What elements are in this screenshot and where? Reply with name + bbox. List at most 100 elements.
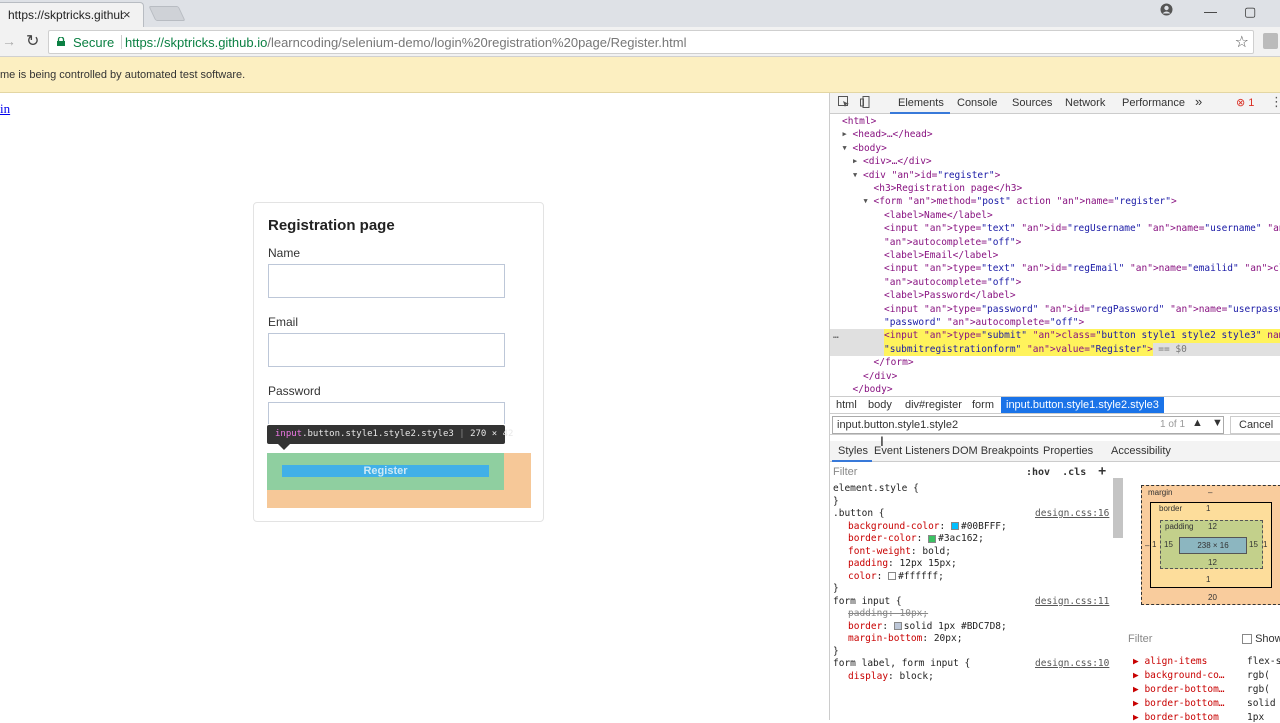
forward-icon[interactable]: → [2, 33, 16, 49]
styles-scrollbar[interactable] [1113, 478, 1123, 538]
extension-icon[interactable] [1263, 33, 1278, 49]
dom-node[interactable]: "an">autocomplete="off"> [830, 236, 1280, 249]
expand-arrow-icon[interactable]: ▼ [843, 142, 847, 155]
reload-icon[interactable]: ↻ [26, 31, 39, 51]
more-tabs-icon[interactable]: » [1195, 94, 1202, 109]
dom-node[interactable]: <input "an">type="text" "an">id="regUser… [830, 222, 1280, 235]
tab-network[interactable]: Network [1065, 97, 1105, 109]
breadcrumb-body[interactable]: body [868, 399, 892, 411]
dom-node[interactable]: ▼ <body> [830, 142, 1280, 155]
style-line[interactable]: padding: 10px; [848, 608, 928, 621]
subtab-styles[interactable]: Styles [838, 445, 868, 457]
style-line[interactable]: color: #ffffff; [848, 571, 944, 584]
node-menu-icon[interactable]: … [833, 329, 839, 342]
style-source-link[interactable]: design.css:10 [1035, 658, 1109, 671]
style-line[interactable]: border: solid 1px #BDC7D8; [848, 621, 1007, 634]
dom-node[interactable]: <label>Password</label> [830, 289, 1280, 302]
dom-node[interactable]: ▶ <head>…</head> [830, 128, 1280, 141]
profile-icon[interactable] [1160, 3, 1173, 19]
style-line[interactable]: padding: 12px 15px; [848, 558, 957, 571]
expand-arrow-icon[interactable]: ▶ [853, 155, 857, 168]
error-counter[interactable]: ⊗ 1 [1236, 96, 1254, 109]
style-line[interactable]: element.style { [833, 483, 919, 496]
expand-arrow-icon[interactable]: ▼ [864, 195, 868, 208]
hov-toggle[interactable]: :hov [1026, 467, 1050, 478]
dom-node[interactable]: "submitregistrationform" "an">value="Reg… [830, 342, 1280, 357]
subtab-dom-breakpoints[interactable]: DOM Breakpoints [952, 445, 1039, 457]
dom-node[interactable]: <label>Email</label> [830, 249, 1280, 262]
tab-console[interactable]: Console [957, 97, 997, 109]
styles-filter-input[interactable]: Filter [833, 466, 857, 479]
style-line[interactable]: } [833, 646, 839, 659]
breadcrumb-form[interactable]: form [972, 399, 994, 411]
dom-node[interactable]: </div> [830, 370, 1280, 383]
style-line[interactable]: form input { [833, 596, 902, 609]
cls-toggle[interactable]: .cls [1062, 467, 1086, 478]
computed-show-all[interactable]: Show [1242, 633, 1280, 645]
dom-node[interactable]: </body> [830, 383, 1280, 396]
color-swatch[interactable] [893, 622, 902, 630]
style-line[interactable]: font-weight: bold; [848, 546, 951, 559]
search-cancel-button[interactable]: Cancel [1230, 416, 1280, 434]
color-swatch[interactable] [950, 522, 959, 530]
computed-property[interactable]: ▶ background-co… [1133, 670, 1225, 681]
breadcrumb-html[interactable]: html [836, 399, 857, 411]
password-field[interactable] [268, 402, 505, 424]
subtab-properties[interactable]: Properties [1043, 445, 1093, 457]
minimize-icon[interactable]: — [1204, 4, 1217, 19]
bookmark-star-icon[interactable]: ☆ [1235, 32, 1249, 52]
expand-arrow-icon[interactable]: ▶ [843, 128, 847, 141]
style-line[interactable]: border-color: #3ac162; [848, 533, 984, 546]
breadcrumb-input[interactable]: input.button.style1.style2.style3 [1001, 397, 1164, 413]
devtools-menu-icon[interactable]: ⋮ [1270, 94, 1280, 110]
dom-node[interactable]: <html> [830, 115, 1280, 128]
maximize-icon[interactable]: ▢ [1244, 4, 1256, 20]
dom-node[interactable]: ▶ <div>…</div> [830, 155, 1280, 168]
email-field[interactable] [268, 333, 505, 367]
page-link[interactable]: in [0, 101, 10, 117]
style-line[interactable]: } [833, 583, 839, 596]
style-source-link[interactable]: design.css:11 [1035, 596, 1109, 609]
dom-node[interactable]: <input "an">type="text" "an">id="regEmai… [830, 262, 1280, 275]
tab-performance[interactable]: Performance [1122, 97, 1185, 109]
computed-property[interactable]: ▶ border-bottom… [1133, 684, 1225, 695]
computed-property[interactable]: ▶ align-items [1133, 656, 1207, 667]
browser-tab[interactable]: https://skptricks.github.io × [0, 2, 144, 27]
new-tab-button[interactable] [148, 6, 186, 21]
color-swatch[interactable] [888, 572, 897, 580]
search-next-icon[interactable]: ▼ [1212, 417, 1223, 429]
tab-sources[interactable]: Sources [1012, 97, 1052, 109]
dom-node[interactable]: </form> [830, 356, 1280, 369]
style-line[interactable]: } [833, 496, 839, 509]
tab-elements[interactable]: Elements [898, 97, 944, 109]
style-line[interactable]: background-color: #00BFFF; [848, 521, 1007, 534]
new-rule-icon[interactable]: + [1098, 464, 1106, 479]
dom-node[interactable]: <h3>Registration page</h3> [830, 182, 1280, 195]
dom-node[interactable]: ▼ <div "an">id="register"> [830, 169, 1280, 182]
style-line[interactable]: margin-bottom: 20px; [848, 633, 962, 646]
style-line[interactable]: form label, form input { [833, 658, 970, 671]
inspect-element-icon[interactable] [838, 96, 850, 111]
style-line[interactable]: display: block; [848, 671, 934, 684]
computed-property[interactable]: ▶ border-bottom [1133, 712, 1219, 723]
subtab-accessibility[interactable]: Accessibility [1111, 445, 1171, 457]
dom-node[interactable]: "password" "an">autocomplete="off"> [830, 316, 1280, 329]
color-swatch[interactable] [928, 534, 937, 543]
name-field[interactable] [268, 264, 505, 298]
subtab-event-listeners[interactable]: Event Listeners [874, 445, 950, 457]
tab-close-icon[interactable]: × [123, 7, 131, 22]
dom-node[interactable]: <input "an">type="submit" "an">class="bu… [830, 329, 1280, 343]
dom-node[interactable]: <input "an">type="password" "an">id="reg… [830, 303, 1280, 316]
computed-filter-input[interactable]: Filter [1128, 633, 1152, 645]
register-button[interactable]: Register [282, 465, 489, 477]
show-all-checkbox[interactable] [1242, 634, 1252, 645]
address-bar[interactable]: Secure https://skptricks.github.io/learn… [48, 30, 1254, 54]
device-toolbar-icon[interactable] [860, 96, 872, 111]
expand-arrow-icon[interactable]: ▼ [853, 169, 857, 182]
dom-node[interactable]: ▼ <form "an">method="post" action "an">na… [830, 195, 1280, 208]
dom-node[interactable]: "an">autocomplete="off"> [830, 276, 1280, 289]
computed-property[interactable]: ▶ border-bottom… [1133, 698, 1225, 709]
breadcrumb-div[interactable]: div#register [905, 399, 962, 411]
style-source-link[interactable]: design.css:16 [1035, 508, 1109, 521]
style-line[interactable]: .button { [833, 508, 884, 521]
